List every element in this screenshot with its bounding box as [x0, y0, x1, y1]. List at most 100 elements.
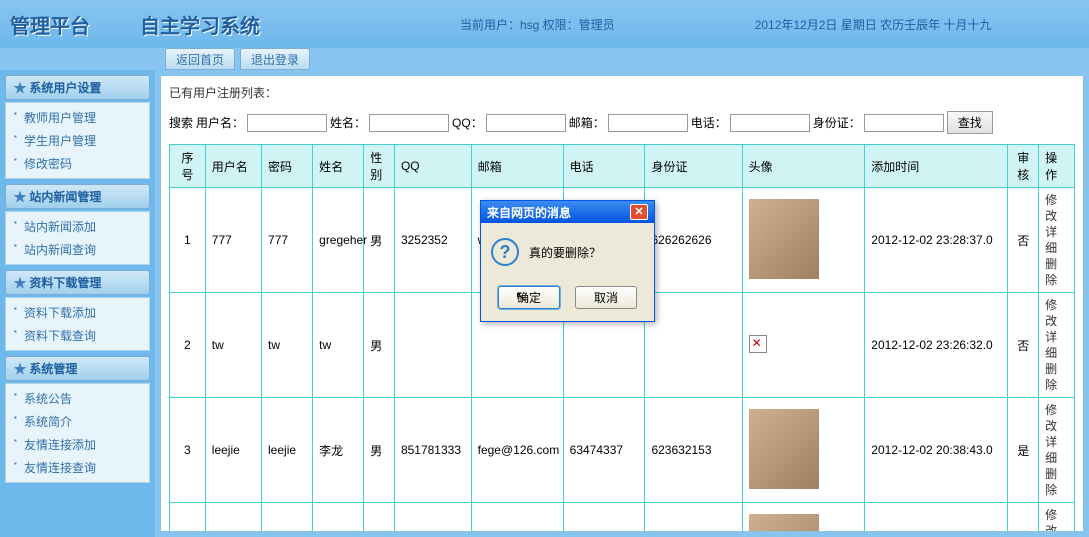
table-row: 4mygodmygod陈德才男870538338gshf@yahoo.com96… [170, 503, 1075, 533]
search-button[interactable]: 查找 [947, 111, 993, 134]
op-edit-link[interactable]: 修改 [1045, 507, 1068, 532]
cell-username: 777 [205, 188, 261, 293]
sidebar-item-password[interactable]: 修改密码 [6, 152, 149, 175]
search-realname-input[interactable] [369, 114, 449, 132]
sidebar-item-link-add[interactable]: 友情连接添加 [6, 433, 149, 456]
search-qq-input[interactable] [486, 114, 566, 132]
dialog-message: 真的要删除？ [529, 244, 601, 261]
list-title: 已有用户注册列表： [169, 84, 1075, 101]
th-sex: 性别 [364, 145, 395, 188]
avatar-image [749, 409, 819, 489]
search-phone-input[interactable] [730, 114, 810, 132]
op-delete-link[interactable]: 删除 [1045, 466, 1068, 498]
op-delete-link[interactable]: 删除 [1045, 361, 1068, 393]
search-email-input[interactable] [608, 114, 688, 132]
search-qq-label: QQ： [452, 114, 483, 131]
cell-sex: 男 [364, 188, 395, 293]
th-email: 邮箱 [471, 145, 563, 188]
cell-index: 2 [170, 293, 206, 398]
cell-email: fege@126.com [471, 398, 563, 503]
th-idcard: 身份证 [645, 145, 742, 188]
cell-qq [394, 293, 471, 398]
th-index: 序号 [170, 145, 206, 188]
th-password: 密码 [262, 145, 313, 188]
sidebar: 系统用户设置 教师用户管理 学生用户管理 修改密码 站内新闻管理 站内新闻添加 … [0, 70, 155, 537]
op-delete-link[interactable]: 删除 [1045, 256, 1068, 288]
cell-idcard: 623632153 [645, 398, 742, 503]
cell-realname: gregeher [313, 188, 364, 293]
cell-operate: 修改详细删除 [1039, 503, 1075, 533]
cell-password: 777 [262, 188, 313, 293]
search-idcard-input[interactable] [864, 114, 944, 132]
sidebar-item-dl-query[interactable]: 资料下载查询 [6, 324, 149, 347]
search-idcard-label: 身份证： [813, 114, 861, 131]
cell-qq: 851781333 [394, 398, 471, 503]
cell-sex: 男 [364, 293, 395, 398]
sidebar-item-notice[interactable]: 系统公告 [6, 387, 149, 410]
dialog-cancel-button[interactable]: 取消 [575, 286, 637, 309]
question-icon: ? [491, 238, 519, 266]
sidebar-header-users[interactable]: 系统用户设置 [5, 75, 150, 100]
sidebar-header-system[interactable]: 系统管理 [5, 356, 150, 381]
cell-avatar [742, 398, 865, 503]
th-avatar: 头像 [742, 145, 865, 188]
sidebar-item-student[interactable]: 学生用户管理 [6, 129, 149, 152]
cell-username: leejie [205, 398, 261, 503]
cell-operate: 修改详细删除 [1039, 188, 1075, 293]
sidebar-item-news-query[interactable]: 站内新闻查询 [6, 238, 149, 261]
dialog-title-text: 来自网页的消息 [487, 204, 571, 221]
search-email-label: 邮箱： [569, 114, 605, 131]
op-edit-link[interactable]: 修改 [1045, 402, 1068, 434]
cell-audit: 是 [1008, 503, 1039, 533]
cell-idcard [645, 293, 742, 398]
cell-realname: 陈德才 [313, 503, 364, 533]
cell-sex: 男 [364, 503, 395, 533]
op-edit-link[interactable]: 修改 [1045, 297, 1068, 329]
op-detail-link[interactable]: 详细 [1045, 434, 1068, 466]
search-phone-label: 电话： [691, 114, 727, 131]
avatar-image [749, 199, 819, 279]
th-operate: 操作 [1039, 145, 1075, 188]
cell-qq: 870538338 [394, 503, 471, 533]
cell-sex: 男 [364, 398, 395, 503]
th-audit: 审核 [1008, 145, 1039, 188]
cell-password: leejie [262, 398, 313, 503]
op-detail-link[interactable]: 详细 [1045, 224, 1068, 256]
cell-idcard: 33253636 [645, 503, 742, 533]
th-qq: QQ [394, 145, 471, 188]
th-phone: 电话 [563, 145, 645, 188]
dialog-close-icon[interactable]: ✕ [630, 204, 648, 220]
sidebar-item-teacher[interactable]: 教师用户管理 [6, 106, 149, 129]
confirm-dialog: 来自网页的消息 ✕ ? 真的要删除？ 确定 取消 [480, 200, 655, 322]
cell-password: mygod [262, 503, 313, 533]
th-username: 用户名 [205, 145, 261, 188]
cell-audit: 否 [1008, 188, 1039, 293]
sidebar-header-download[interactable]: 资料下载管理 [5, 270, 150, 295]
user-info: 当前用户：hsg 权限：管理员 [460, 16, 615, 33]
cell-operate: 修改详细删除 [1039, 293, 1075, 398]
op-detail-link[interactable]: 详细 [1045, 329, 1068, 361]
sidebar-item-intro[interactable]: 系统简介 [6, 410, 149, 433]
nav-home-button[interactable]: 返回首页 [165, 48, 235, 70]
sidebar-item-news-add[interactable]: 站内新闻添加 [6, 215, 149, 238]
sidebar-item-link-query[interactable]: 友情连接查询 [6, 456, 149, 479]
nav-bar: 返回首页 退出登录 [0, 48, 1089, 70]
cell-realname: tw [313, 293, 364, 398]
search-username-input[interactable] [247, 114, 327, 132]
cell-operate: 修改详细删除 [1039, 398, 1075, 503]
cell-audit: 否 [1008, 293, 1039, 398]
header-bar: 管理平台 自主学习系统 当前用户：hsg 权限：管理员 2012年12月2日 星… [0, 0, 1089, 48]
th-realname: 姓名 [313, 145, 364, 188]
date-info: 2012年12月2日 星期日 农历壬辰年 十月十九 [755, 16, 992, 33]
sidebar-item-dl-add[interactable]: 资料下载添加 [6, 301, 149, 324]
cell-avatar [742, 293, 865, 398]
cell-time: 2012-12-02 23:28:37.0 [865, 188, 1008, 293]
th-addtime: 添加时间 [865, 145, 1008, 188]
op-edit-link[interactable]: 修改 [1045, 192, 1068, 224]
sidebar-header-news[interactable]: 站内新闻管理 [5, 184, 150, 209]
nav-logout-button[interactable]: 退出登录 [240, 48, 310, 70]
cell-phone: 9696556 [563, 503, 645, 533]
dialog-ok-button[interactable]: 确定 [498, 286, 560, 309]
cell-index: 4 [170, 503, 206, 533]
search-realname-label: 姓名： [330, 114, 366, 131]
